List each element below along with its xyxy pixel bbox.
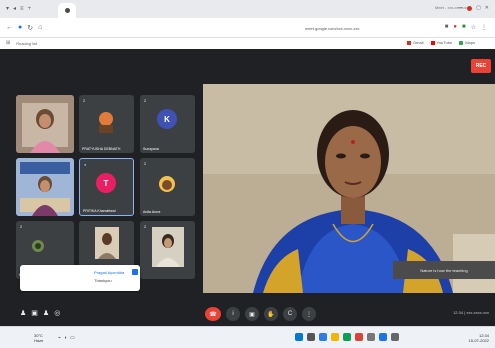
network-icon[interactable]: ⌁ <box>58 335 61 341</box>
bookmarks-bar: ⊞ Reading list Gmail YouTube Maps <box>0 38 495 48</box>
bookmark-reading-list[interactable]: Reading list <box>16 41 37 46</box>
youtube-icon <box>430 40 435 45</box>
participant-avatar: T <box>96 173 116 193</box>
window-controls: — ▢ ✕ <box>458 5 489 11</box>
bookmark-list: Gmail YouTube Maps <box>407 40 475 45</box>
main-speaker-video[interactable]: Nature is how the teaching <box>203 84 495 293</box>
back-icon[interactable]: ← <box>6 24 13 31</box>
meet-favicon-icon <box>64 8 70 13</box>
maps-icon <box>459 40 464 45</box>
camera-permission-icon[interactable]: ■ <box>445 24 449 31</box>
meeting-controls-bar: ♟ ▣ ♟ ◎ ☎ i ▣ ✋ C ⋮ 12:34 | xxx-xxxx-xxx <box>0 293 495 326</box>
participant-avatar-icon <box>159 176 175 192</box>
search-icon[interactable] <box>307 333 315 341</box>
participant-name: Anita Arora <box>143 210 161 214</box>
end-call-button[interactable]: ☎ <box>205 307 221 321</box>
present-button[interactable]: ▣ <box>245 307 259 321</box>
store-icon[interactable] <box>343 333 351 341</box>
home-icon[interactable]: ⌂ <box>38 24 42 31</box>
screen: ▾ ◂ ≡ + Meet - xxx-xxxx-xxx — ▢ ✕ ← ● ↻ … <box>0 0 495 348</box>
settings-icon[interactable] <box>367 333 375 341</box>
bookmark-maps[interactable]: Maps <box>459 40 475 45</box>
reload-icon[interactable]: ↻ <box>27 24 33 32</box>
participant-name: PRATYUSHA DEBNATH <box>82 147 121 151</box>
captions-button[interactable]: C <box>283 307 297 321</box>
browser-tab-strip: ▾ ◂ ≡ + Meet - xxx-xxxx-xxx — ▢ ✕ <box>0 0 495 18</box>
chat-sender: Pragati Ayomitha <box>94 270 125 275</box>
new-tab-icon[interactable]: + <box>28 6 32 12</box>
participant-avatar: K <box>157 109 177 129</box>
participant-tile[interactable]: 2 Anita Arora <box>140 158 195 216</box>
left-controls: ♟ ▣ ♟ ◎ <box>20 309 60 317</box>
minimize-icon[interactable]: — <box>458 5 463 11</box>
more-options-button[interactable]: ⋮ <box>302 307 316 321</box>
participant-avatar-icon <box>99 112 113 133</box>
app-icon[interactable] <box>391 333 399 341</box>
pinned-icon: ● <box>84 162 87 167</box>
clock[interactable]: 12:34 15-07-2022 <box>469 333 489 343</box>
word-icon[interactable] <box>379 333 387 341</box>
volume-icon[interactable]: ◖ <box>64 335 67 341</box>
participant-tile[interactable] <box>16 158 74 216</box>
participant-tile[interactable]: ● T PRITIKA Khandelwal <box>79 158 134 216</box>
raise-hand-button[interactable]: ✋ <box>264 307 278 321</box>
weather-desc: Haze <box>34 338 44 343</box>
tab-list-icon[interactable]: ≡ <box>20 6 24 12</box>
maximize-icon[interactable]: ▢ <box>476 5 481 11</box>
battery-icon[interactable]: ▭ <box>70 335 75 341</box>
file-explorer-icon[interactable] <box>331 333 339 341</box>
window-controls-left: ▾ ◂ ≡ + <box>0 6 31 12</box>
windows-taskbar: 30°C Haze ⌁ ◖ ▭ 12:34 15-07-2022 <box>0 326 495 348</box>
bookmark-gmail[interactable]: Gmail <box>407 40 424 45</box>
edge-icon[interactable] <box>319 333 327 341</box>
address-bar[interactable]: meet.google.com/xxx-xxxx-xxx <box>305 23 425 33</box>
chat-icon <box>132 269 138 275</box>
toolbar-icons: ■ ● ■ ☆ ⋮ <box>445 24 487 31</box>
participant-tile[interactable] <box>16 95 74 153</box>
gmail-icon <box>407 40 412 45</box>
participant-tile[interactable]: 2 K Sunayana <box>140 95 195 153</box>
recording-indicator-icon[interactable]: ● <box>453 24 457 31</box>
extension-icon[interactable]: ■ <box>462 24 466 31</box>
participant-video <box>16 158 74 216</box>
chat-notification[interactable]: Pragati Ayomitha Thankyou <box>20 265 140 291</box>
nav-buttons: ← ● ↻ ⌂ <box>0 24 42 32</box>
participant-name: Sunayana <box>143 147 159 151</box>
close-icon[interactable]: ✕ <box>485 5 489 11</box>
apps-icon[interactable]: ⊞ <box>6 40 10 46</box>
info-button[interactable]: i <box>226 307 240 321</box>
menu-icon[interactable]: ⋮ <box>481 24 487 31</box>
taskbar-apps <box>295 333 399 341</box>
active-tab[interactable] <box>58 3 76 18</box>
participant-number: 2 <box>144 98 147 103</box>
participant-video <box>152 227 184 267</box>
participant-name: PRITIKA Khandelwal <box>83 209 116 213</box>
meet-area: REC 2 PRATYUSHA DEBNATH 2 K Sunayana ● T… <box>0 49 495 326</box>
people-icon[interactable]: ♟ <box>20 309 26 317</box>
participant-tile[interactable]: 2 <box>140 221 195 279</box>
tray-mini-icons: ⌁ ◖ ▭ <box>58 335 75 341</box>
recording-badge[interactable]: REC <box>471 59 491 73</box>
clock-date: 15-07-2022 <box>468 338 489 343</box>
star-icon[interactable]: ☆ <box>471 24 476 31</box>
meeting-info: 12:34 | xxx-xxxx-xxx <box>453 310 489 315</box>
chat-message: Thankyou <box>94 278 112 283</box>
start-icon[interactable] <box>295 333 303 341</box>
back-tab-icon[interactable]: ◂ <box>13 6 16 12</box>
participant-tile[interactable]: 2 PRATYUSHA DEBNATH <box>79 95 134 153</box>
navigation-bar: ← ● ↻ ⌂ meet.google.com/xxx-xxxx-xxx ■ ●… <box>0 18 495 38</box>
participant-video <box>16 95 74 153</box>
bookmark-youtube[interactable]: YouTube <box>430 40 452 45</box>
weather-widget[interactable]: 30°C Haze <box>34 333 43 343</box>
participants-icon[interactable]: ♟ <box>43 309 49 317</box>
chat-bubble-icon[interactable]: ▣ <box>31 309 38 317</box>
recording-dot-icon <box>467 5 473 11</box>
caption-overlay: Nature is how the teaching <box>393 261 495 279</box>
chrome-icon[interactable] <box>355 333 363 341</box>
forward-icon[interactable]: ● <box>18 24 22 31</box>
activities-icon[interactable]: ◎ <box>54 309 60 317</box>
tab-search-icon[interactable]: ▾ <box>6 6 9 12</box>
